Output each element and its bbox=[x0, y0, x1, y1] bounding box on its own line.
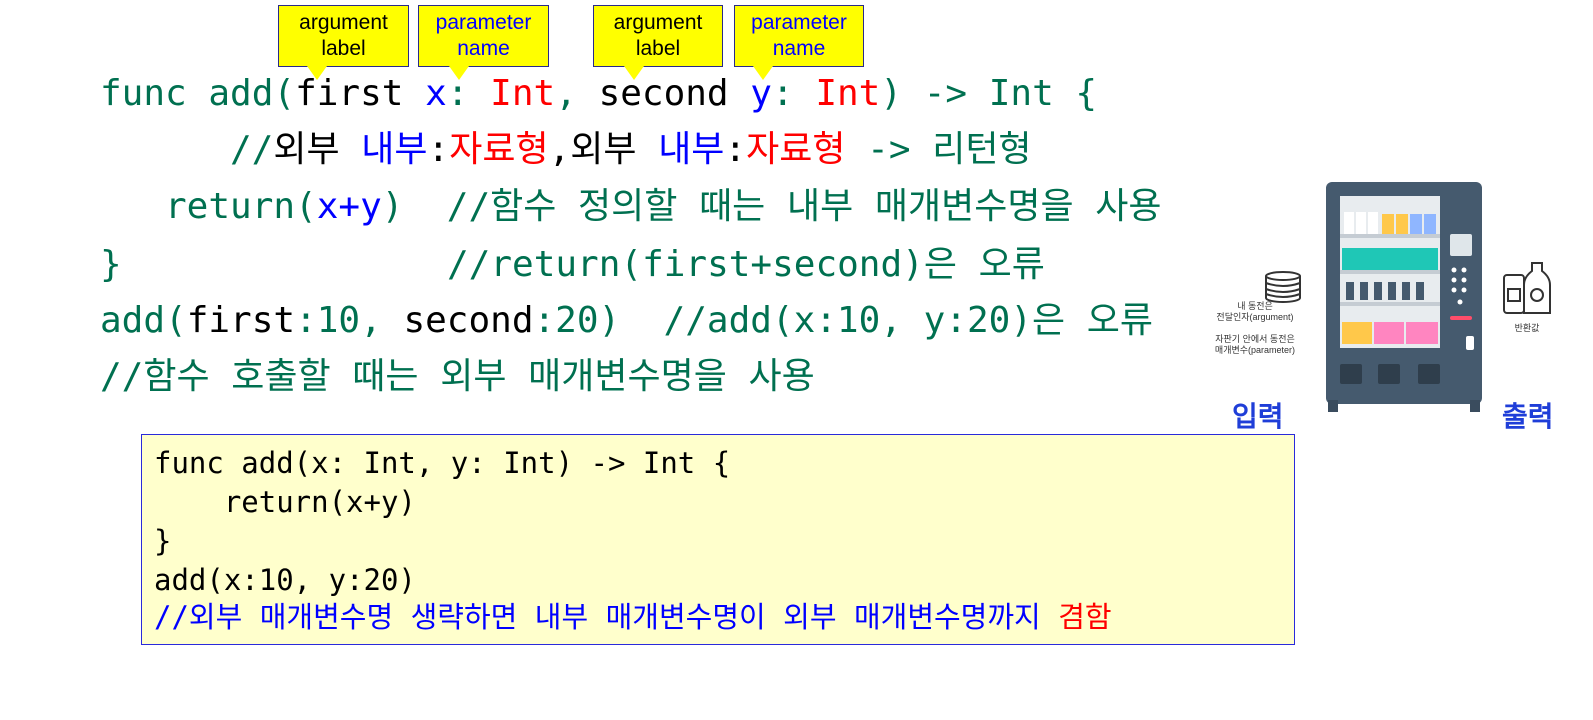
callout-text-line2: name bbox=[772, 37, 826, 60]
code-line-call-comment: //함수 호출할 때는 외부 매개변수명을 사용 bbox=[100, 355, 815, 399]
callout-text-line2: name bbox=[457, 37, 510, 60]
parameter-caption-line: 매개변수(parameter) bbox=[1214, 345, 1296, 355]
code-token: 자료형 bbox=[449, 129, 549, 170]
code-token: -> 리턴형 bbox=[845, 129, 1032, 170]
output-label: 출력 bbox=[1502, 401, 1554, 432]
code-token: ) //함수 정의할 때는 내부 매개변수명을 사용 bbox=[381, 186, 1162, 227]
drink-caption: 반환값 bbox=[1514, 323, 1540, 333]
coin-caption: 내 동전은 전달인자(argument) bbox=[1200, 301, 1310, 323]
box-comment: //외부 매개변수명 생략하면 내부 매개변수명이 외부 매개변수명까지 bbox=[154, 600, 1059, 634]
code-token: second bbox=[403, 300, 534, 341]
code-token: x bbox=[425, 73, 447, 114]
code-token: : bbox=[446, 73, 491, 114]
code-token: :20) //add(x:10, y:20)은 오류 bbox=[533, 300, 1154, 341]
code-token: 내부 bbox=[658, 129, 725, 170]
code-token: 외부 bbox=[273, 129, 362, 170]
code-token: : bbox=[427, 129, 450, 170]
code-token: :10, bbox=[295, 300, 404, 341]
box-comment-highlight: 겸함 bbox=[1058, 600, 1112, 634]
coin-caption-line: 내 동전은 bbox=[1237, 301, 1273, 311]
coin-caption-line: 전달인자(argument) bbox=[1216, 312, 1294, 322]
callout-argument-label-1: argument label bbox=[278, 5, 409, 80]
code-token: } bbox=[100, 244, 122, 285]
box-line-1: func add(x: Int, y: Int) -> Int { bbox=[154, 446, 731, 480]
box-line-3: } bbox=[154, 524, 172, 558]
code-token: ,외부 bbox=[548, 129, 659, 170]
coins-icon bbox=[1265, 271, 1301, 303]
code-token: add( bbox=[100, 300, 187, 341]
code-token: //return(first+second)은 오류 bbox=[447, 244, 1045, 285]
callout-argument-label-2: argument label bbox=[593, 5, 723, 80]
code-token: //함수 호출할 때는 외부 매개변수명을 사용 bbox=[100, 356, 815, 397]
code-token: , bbox=[555, 73, 599, 114]
code-token: return( bbox=[165, 186, 317, 227]
callout-text-line1: parameter bbox=[435, 11, 532, 34]
box-line-4: add(x:10, y:20) bbox=[154, 563, 416, 597]
code-token: y bbox=[750, 73, 772, 114]
code-token: Int bbox=[490, 73, 556, 114]
code-token: : bbox=[771, 73, 816, 114]
code-line-return: return(x+y) //함수 정의할 때는 내부 매개변수명을 사용 bbox=[165, 185, 1162, 229]
code-token: Int bbox=[815, 73, 881, 114]
drinks-icon bbox=[1503, 262, 1551, 314]
callout-parameter-name-1: parameter name bbox=[418, 5, 549, 80]
code-token: 내부 bbox=[361, 129, 428, 170]
vending-machine-icon bbox=[1326, 182, 1482, 412]
code-line-signature-comment: //외부 내부:자료형,외부 내부:자료형 -> 리턴형 bbox=[230, 128, 1032, 172]
code-token: : bbox=[724, 129, 747, 170]
code-line-call: add(first:10, second:20) //add(x:10, y:2… bbox=[100, 299, 1153, 343]
code-token: second bbox=[598, 73, 751, 114]
parameter-caption-line: 자판기 안에서 동전은 bbox=[1215, 334, 1295, 344]
code-token: first bbox=[295, 73, 426, 114]
code-token: x+y bbox=[316, 186, 382, 227]
input-label: 입력 bbox=[1232, 401, 1284, 432]
box-line-2: return(x+y) bbox=[154, 485, 416, 519]
code-line-func-signature: func add(first x: Int, second y: Int) ->… bbox=[100, 72, 1097, 116]
code-token: ) -> Int { bbox=[880, 73, 1098, 114]
code-token: // bbox=[230, 129, 274, 170]
box-line-5: //외부 매개변수명 생략하면 내부 매개변수명이 외부 매개변수명까지 겸함 bbox=[154, 599, 1112, 635]
code-line-closing-brace: } bbox=[100, 243, 122, 287]
example-code-box: func add(x: Int, y: Int) -> Int { return… bbox=[141, 434, 1295, 645]
callout-text-line1: argument bbox=[299, 11, 388, 34]
code-token: func add( bbox=[100, 73, 296, 114]
callout-text-line1: argument bbox=[613, 11, 703, 34]
callout-text-line2: label bbox=[635, 37, 681, 60]
callout-text-line2: label bbox=[321, 37, 366, 60]
callout-text-line1: parameter bbox=[751, 11, 847, 34]
parameter-caption: 자판기 안에서 동전은 매개변수(parameter) bbox=[1200, 334, 1310, 356]
code-token: first bbox=[186, 300, 296, 341]
code-line-error-comment: //return(first+second)은 오류 bbox=[447, 243, 1045, 287]
code-token: 자료형 bbox=[746, 129, 846, 170]
callout-parameter-name-2: parameter name bbox=[734, 5, 864, 80]
